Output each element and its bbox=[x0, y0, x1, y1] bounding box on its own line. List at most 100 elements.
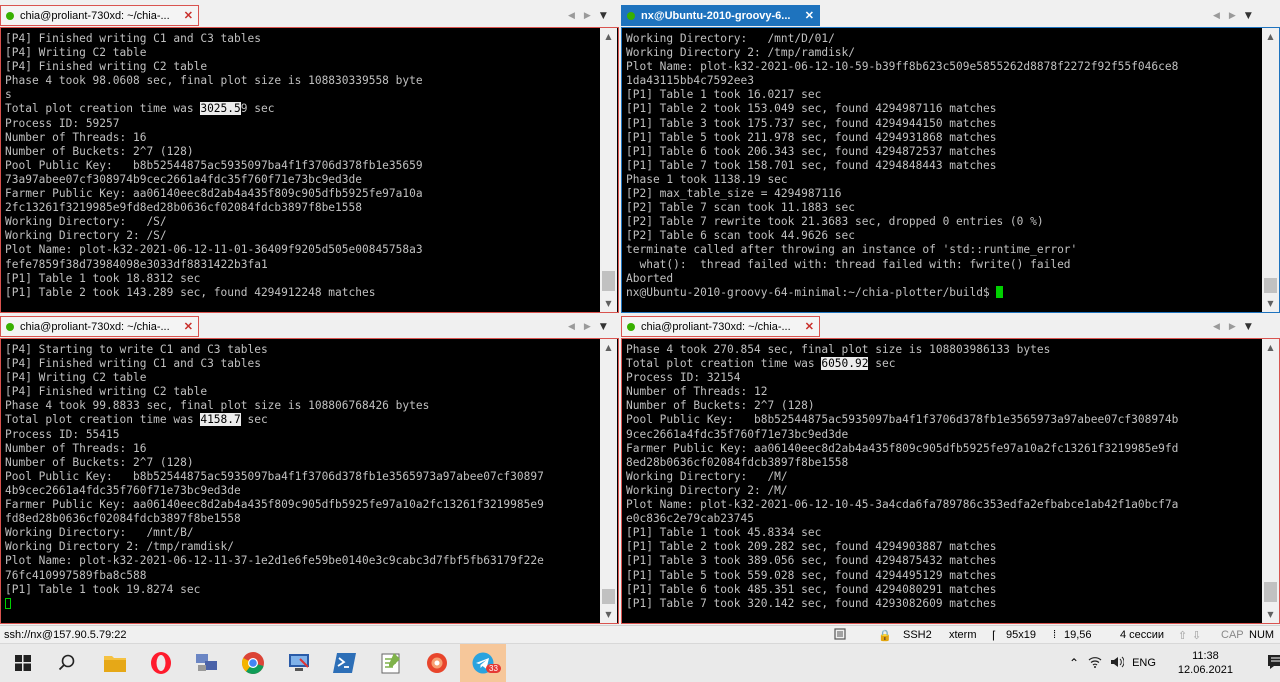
scrollbar[interactable]: ▲ ▼ bbox=[1262, 339, 1279, 623]
terminal-line: Plot Name: plot-k32-2021-06-12-10-45-3a4… bbox=[626, 498, 1179, 512]
terminal-line: Pool Public Key: b8b52544875ac5935097ba4… bbox=[626, 413, 1179, 427]
terminal-pane-2[interactable]: Working Directory: /mnt/D/01/Working Dir… bbox=[621, 27, 1280, 313]
scroll-up-icon[interactable]: ▲ bbox=[600, 339, 617, 356]
terminal-pane-4[interactable]: Phase 4 took 270.854 sec, final plot siz… bbox=[621, 338, 1280, 624]
close-icon[interactable]: ✕ bbox=[184, 9, 193, 22]
telegram-icon[interactable]: 33 bbox=[460, 644, 506, 682]
terminal-line: [P1] Table 1 took 16.0217 sec bbox=[626, 88, 822, 102]
terminal-pane-1[interactable]: [P4] Finished writing C1 and C3 tables [P… bbox=[0, 27, 619, 313]
search-icon[interactable] bbox=[44, 644, 90, 682]
file-explorer-icon[interactable] bbox=[92, 644, 138, 682]
tab-title: chia@proliant-730xd: ~/chia-... bbox=[641, 320, 791, 333]
terminal-line: Total plot creation time was 3025.59 sec bbox=[5, 102, 275, 116]
terminal-cursor bbox=[5, 597, 11, 609]
terminal-line: Working Directory 2: /S/ bbox=[5, 229, 167, 243]
terminal-line: [P4] Writing C2 table bbox=[5, 46, 147, 60]
system-tray: ⌃ ENG 11:38 12.06.2021 bbox=[1069, 644, 1280, 682]
scroll-up-icon[interactable]: ▲ bbox=[1262, 28, 1279, 45]
powershell-icon[interactable] bbox=[322, 644, 368, 682]
browser-swirl-icon[interactable] bbox=[414, 644, 460, 682]
close-icon[interactable]: ✕ bbox=[805, 320, 814, 333]
clock[interactable]: 11:38 12.06.2021 bbox=[1178, 649, 1233, 677]
terminal-line: 73a97abee07cf308974b9cec2661a4fdc35f760f… bbox=[5, 172, 362, 186]
terminal-line: terminate called after throwing an insta… bbox=[626, 243, 1078, 257]
tab-prev-icon[interactable]: ◀ bbox=[568, 322, 575, 332]
network-manager-icon[interactable] bbox=[184, 644, 230, 682]
scroll-thumb[interactable] bbox=[602, 271, 615, 291]
chevron-up-icon[interactable]: ⌃ bbox=[1069, 656, 1079, 670]
volume-icon[interactable] bbox=[1110, 656, 1125, 671]
scroll-down-icon[interactable]: ▼ bbox=[600, 295, 617, 312]
terminal-line: Working Directory 2: /tmp/ramdisk/ bbox=[626, 46, 856, 60]
close-icon[interactable]: ✕ bbox=[184, 320, 193, 333]
session-status-icon bbox=[627, 11, 635, 20]
opera-icon[interactable] bbox=[138, 644, 184, 682]
clock-time: 11:38 bbox=[1192, 650, 1219, 662]
terminal-line: Plot Name: plot-k32-2021-06-12-10-59-b39… bbox=[626, 60, 1179, 74]
tab-prev-icon[interactable]: ◀ bbox=[1213, 11, 1220, 21]
tab-list-dropdown-icon[interactable]: ▼ bbox=[1245, 11, 1252, 21]
terminal-line: Total plot creation time was 6050.92 sec bbox=[626, 357, 896, 371]
terminal-pane-3[interactable]: [P4] Starting to write C1 and C3 tables[… bbox=[0, 338, 619, 624]
scroll-down-icon[interactable]: ▼ bbox=[1262, 295, 1279, 312]
connection-info: ssh://nx@157.90.5.79:22 bbox=[4, 629, 127, 641]
unread-badge: 33 bbox=[486, 664, 501, 673]
terminal-type: xterm bbox=[949, 629, 977, 641]
tab-list-dropdown-icon[interactable]: ▼ bbox=[600, 11, 607, 21]
terminal-line: e0c836c2e79cab23745 bbox=[626, 512, 754, 526]
transfer-icon[interactable] bbox=[833, 627, 847, 644]
terminal-line: [P1] Table 2 took 143.289 sec, found 429… bbox=[5, 285, 376, 299]
terminal-output: [P4] Finished writing C1 and C3 tables [P… bbox=[5, 32, 618, 300]
terminal-line: Working Directory 2: /M/ bbox=[626, 483, 788, 497]
terminal-line: Phase 4 took 99.8833 sec, final plot siz… bbox=[5, 399, 430, 413]
terminal-line: Working Directory: /mnt/D/01/ bbox=[626, 32, 835, 45]
terminal-line: 1da43115bb4c7592ee3 bbox=[626, 74, 754, 88]
tab-next-icon[interactable]: ▶ bbox=[584, 11, 591, 21]
tab-pane-4[interactable]: chia@proliant-730xd: ~/chia-... ✕ bbox=[621, 316, 820, 337]
terminal-line: what(): thread failed with: thread faile… bbox=[626, 257, 1071, 271]
notepad-plus-icon[interactable] bbox=[368, 644, 414, 682]
remote-desktop-icon[interactable] bbox=[276, 644, 322, 682]
tab-prev-icon[interactable]: ◀ bbox=[568, 11, 575, 21]
tab-prev-icon[interactable]: ◀ bbox=[1213, 322, 1220, 332]
tab-next-icon[interactable]: ▶ bbox=[1229, 322, 1236, 332]
tab-list-dropdown-icon[interactable]: ▼ bbox=[1245, 322, 1252, 332]
language-indicator[interactable]: ENG bbox=[1132, 657, 1156, 669]
terminal-line: Pool Public Key: b8b52544875ac5935097ba4… bbox=[5, 158, 423, 172]
tab-pane-1[interactable]: chia@proliant-730xd: ~/chia-... ✕ bbox=[0, 5, 199, 26]
scroll-up-icon[interactable]: ▲ bbox=[600, 28, 617, 45]
scroll-thumb[interactable] bbox=[602, 589, 615, 604]
tab-nav-1: ◀ ▶ ▼ bbox=[568, 5, 607, 26]
terminal-line: Number of Buckets: 2^7 (128) bbox=[5, 144, 194, 158]
terminal-line bbox=[5, 597, 618, 611]
tab-pane-3[interactable]: chia@proliant-730xd: ~/chia-... ✕ bbox=[0, 316, 199, 337]
terminal-output: Working Directory: /mnt/D/01/Working Dir… bbox=[626, 32, 1279, 300]
notifications-icon[interactable] bbox=[1267, 654, 1280, 673]
scrollbar[interactable]: ▲ ▼ bbox=[600, 339, 617, 623]
tab-next-icon[interactable]: ▶ bbox=[584, 322, 591, 332]
terminal-line: fefe7859f38d73984098e3033df8831422b3fa1 bbox=[5, 257, 268, 271]
chrome-icon[interactable] bbox=[230, 644, 276, 682]
scroll-up-icon[interactable]: ▲ bbox=[1262, 339, 1279, 356]
terminal-line: Process ID: 32154 bbox=[626, 371, 741, 385]
terminal-line: [P2] Table 7 rewrite took 21.3683 sec, d… bbox=[626, 215, 1044, 229]
scroll-down-icon[interactable]: ▼ bbox=[600, 606, 617, 623]
scroll-thumb[interactable] bbox=[1264, 278, 1277, 293]
windows-start-icon[interactable] bbox=[0, 644, 46, 682]
scrollbar[interactable]: ▲ ▼ bbox=[1262, 28, 1279, 312]
close-icon[interactable]: ✕ bbox=[805, 9, 814, 22]
tab-pane-2[interactable]: nx@Ubuntu-2010-groovy-6... ✕ bbox=[621, 5, 820, 26]
terminal-line: Aborted bbox=[626, 271, 674, 285]
terminal-line: Working Directory 2: /tmp/ramdisk/ bbox=[5, 540, 235, 554]
scroll-down-icon[interactable]: ▼ bbox=[1262, 606, 1279, 623]
scroll-thumb[interactable] bbox=[1264, 582, 1277, 602]
terminal-line: Farmer Public Key: aa06140eec8d2ab4a435f… bbox=[5, 498, 544, 512]
terminal-output: [P4] Starting to write C1 and C3 tables[… bbox=[5, 343, 618, 611]
terminal-line: [P1] Table 3 took 175.737 sec, found 429… bbox=[626, 116, 997, 130]
scrollbar[interactable]: ▲ ▼ bbox=[600, 28, 617, 312]
protocol: SSH2 bbox=[903, 629, 932, 641]
terminal-line: Phase 4 took 270.854 sec, final plot siz… bbox=[626, 343, 1051, 356]
tab-list-dropdown-icon[interactable]: ▼ bbox=[600, 322, 607, 332]
wifi-icon[interactable] bbox=[1088, 656, 1102, 671]
tab-next-icon[interactable]: ▶ bbox=[1229, 11, 1236, 21]
